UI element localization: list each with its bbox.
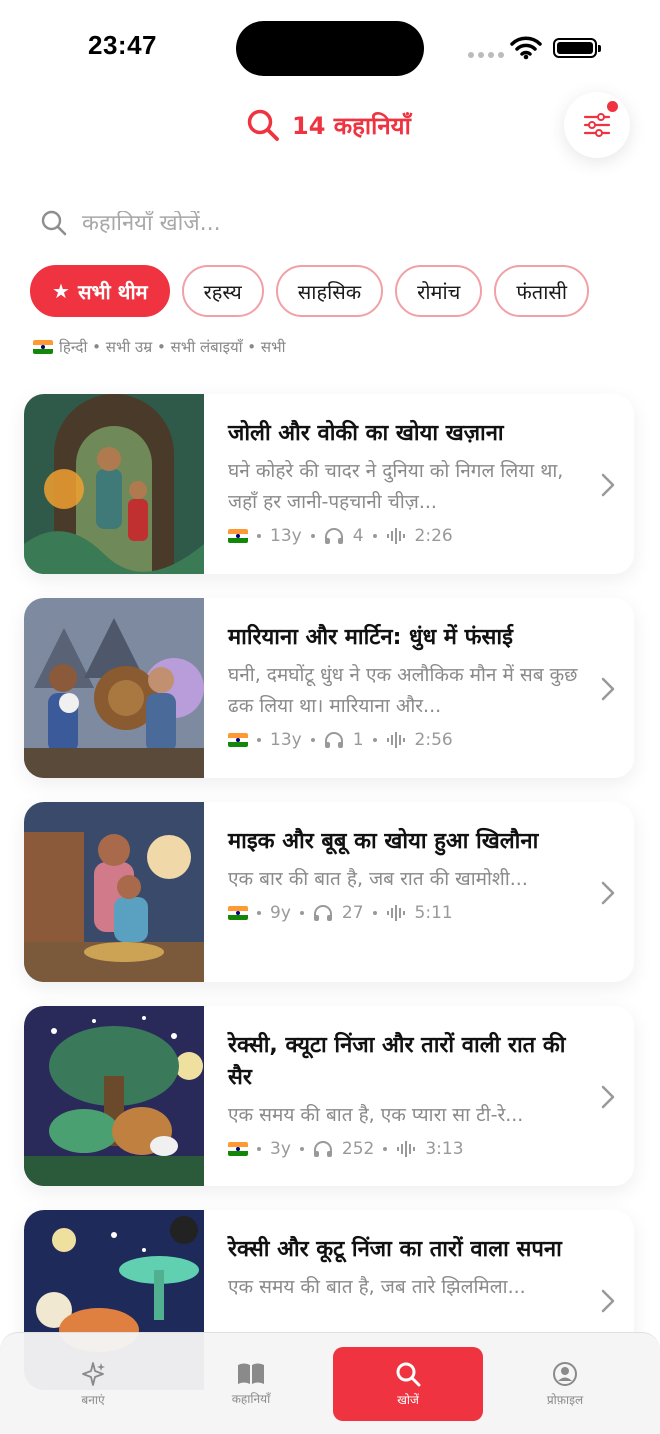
story-card[interactable]: मारियाना और मार्टिन: धुंध में फंसाई घनी,… <box>24 598 634 778</box>
profile-icon <box>553 1361 577 1386</box>
status-bar: 23:47 <box>0 0 660 100</box>
search-input[interactable] <box>82 210 582 236</box>
wifi-icon <box>510 36 542 60</box>
bottom-tab-bar: बनाएं कहानियाँ खोजें प्रोफ़ाइल <box>0 1332 660 1434</box>
results-count: 14 कहानियाँ <box>292 111 411 140</box>
story-description: घने कोहरे की चादर ने दुनिया को निगल लिया… <box>228 460 564 513</box>
story-meta: 3y 252 3:13 <box>228 1139 588 1159</box>
search-icon <box>247 109 279 141</box>
story-cover-image <box>24 598 204 778</box>
filters-summary-text: हिन्दी • सभी उम्र • सभी लंबाइयाँ • सभी <box>59 338 286 356</box>
india-flag-icon <box>228 733 248 747</box>
story-title: माइक और बूबू का खोया हुआ खिलौना <box>228 829 539 854</box>
tab-label: कहानियाँ <box>231 1391 271 1406</box>
book-icon <box>238 1363 264 1384</box>
filter-active-dot <box>607 101 618 112</box>
story-listens: 1 <box>352 730 364 750</box>
story-meta: 13y 4 2:26 <box>228 526 588 546</box>
story-description: घनी, दमघोंटू धुंध ने एक अलौकिक मौन में स… <box>228 664 578 717</box>
story-age: 3y <box>270 1139 291 1159</box>
story-card[interactable]: माइक और बूबू का खोया हुआ खिलौना एक बार क… <box>24 802 634 982</box>
india-flag-icon <box>228 906 248 920</box>
headphones-icon <box>313 1141 332 1157</box>
story-cover-image <box>24 1006 204 1186</box>
status-time: 23:47 <box>88 30 157 60</box>
story-title: जोली और वोकी का खोया खज़ाना <box>228 421 504 446</box>
tab-search[interactable]: खोजें <box>333 1347 483 1421</box>
headphones-icon <box>324 732 343 748</box>
chevron-right-icon <box>601 677 615 701</box>
search-icon <box>396 1362 421 1386</box>
search-bar <box>40 200 620 246</box>
headphones-icon <box>313 905 332 921</box>
chip-fantasy[interactable]: फंतासी <box>494 265 590 317</box>
story-description: एक बार की बात है, जब रात की खामोशी... <box>228 868 528 890</box>
sliders-icon <box>583 113 611 137</box>
story-listens: 27 <box>341 903 364 923</box>
chevron-right-icon <box>601 473 615 497</box>
active-filters-summary: हिन्दी • सभी उम्र • सभी लंबाइयाँ • सभी <box>33 337 286 357</box>
waveform-icon <box>386 528 405 544</box>
story-card[interactable]: जोली और वोकी का खोया खज़ाना घने कोहरे की… <box>24 394 634 574</box>
tab-create[interactable]: बनाएं <box>18 1347 168 1421</box>
story-card[interactable]: रेक्सी, क्यूटा निंजा और तारों वाली रात क… <box>24 1006 634 1186</box>
india-flag-icon <box>228 1142 248 1156</box>
chip-label: सभी थीम <box>77 279 148 304</box>
waveform-icon <box>386 732 405 748</box>
chevron-right-icon <box>601 1289 615 1313</box>
story-duration: 5:11 <box>414 903 453 923</box>
story-age: 13y <box>270 526 302 546</box>
dynamic-island <box>236 21 424 76</box>
story-cover-image <box>24 802 204 982</box>
story-title: रेक्सी और कूटू निंजा का तारों वाला सपना <box>228 1237 562 1262</box>
search-icon <box>41 210 67 236</box>
tab-label: बनाएं <box>81 1392 105 1407</box>
india-flag-icon <box>33 340 53 354</box>
tab-label: खोजें <box>397 1392 419 1407</box>
story-age: 13y <box>270 730 302 750</box>
story-meta: 13y 1 2:56 <box>228 730 588 750</box>
tab-stories[interactable]: कहानियाँ <box>176 1347 326 1421</box>
story-duration: 3:13 <box>425 1139 464 1159</box>
waveform-icon <box>386 905 405 921</box>
results-title: 14 कहानियाँ <box>246 108 411 142</box>
tab-label: प्रोफ़ाइल <box>546 1392 584 1407</box>
story-title: रेक्सी, क्यूटा निंजा और तारों वाली रात क… <box>228 1033 566 1090</box>
battery-icon <box>553 38 601 58</box>
chip-all-themes[interactable]: ★ सभी थीम <box>30 265 170 317</box>
story-title: मारियाना और मार्टिन: धुंध में फंसाई <box>228 625 513 650</box>
chip-thrill[interactable]: रोमांच <box>395 265 483 317</box>
story-cover-image <box>24 394 204 574</box>
star-icon: ★ <box>52 279 70 303</box>
chevron-right-icon <box>601 881 615 905</box>
india-flag-icon <box>228 529 248 543</box>
story-description: एक समय की बात है, एक प्यारा सा टी-रे... <box>228 1104 524 1126</box>
story-duration: 2:56 <box>414 730 453 750</box>
chip-adventure[interactable]: साहसिक <box>275 265 384 317</box>
headphones-icon <box>324 528 343 544</box>
filter-button[interactable] <box>564 92 630 158</box>
cellular-signal-icon <box>468 52 504 58</box>
theme-chips: ★ सभी थीम रहस्य साहसिक रोमांच फंतासी <box>30 265 590 317</box>
waveform-icon <box>397 1141 416 1157</box>
chip-mystery[interactable]: रहस्य <box>181 265 264 317</box>
chevron-right-icon <box>601 1085 615 1109</box>
story-listens: 4 <box>352 526 364 546</box>
story-description: एक समय की बात है, जब तारे झिलमिला... <box>228 1276 526 1298</box>
sparkles-icon <box>82 1361 105 1386</box>
header: 14 कहानियाँ <box>0 92 660 160</box>
tab-profile[interactable]: प्रोफ़ाइल <box>490 1347 640 1421</box>
story-listens: 252 <box>341 1139 375 1159</box>
story-duration: 2:26 <box>414 526 453 546</box>
story-age: 9y <box>270 903 291 923</box>
story-meta: 9y 27 5:11 <box>228 903 588 923</box>
